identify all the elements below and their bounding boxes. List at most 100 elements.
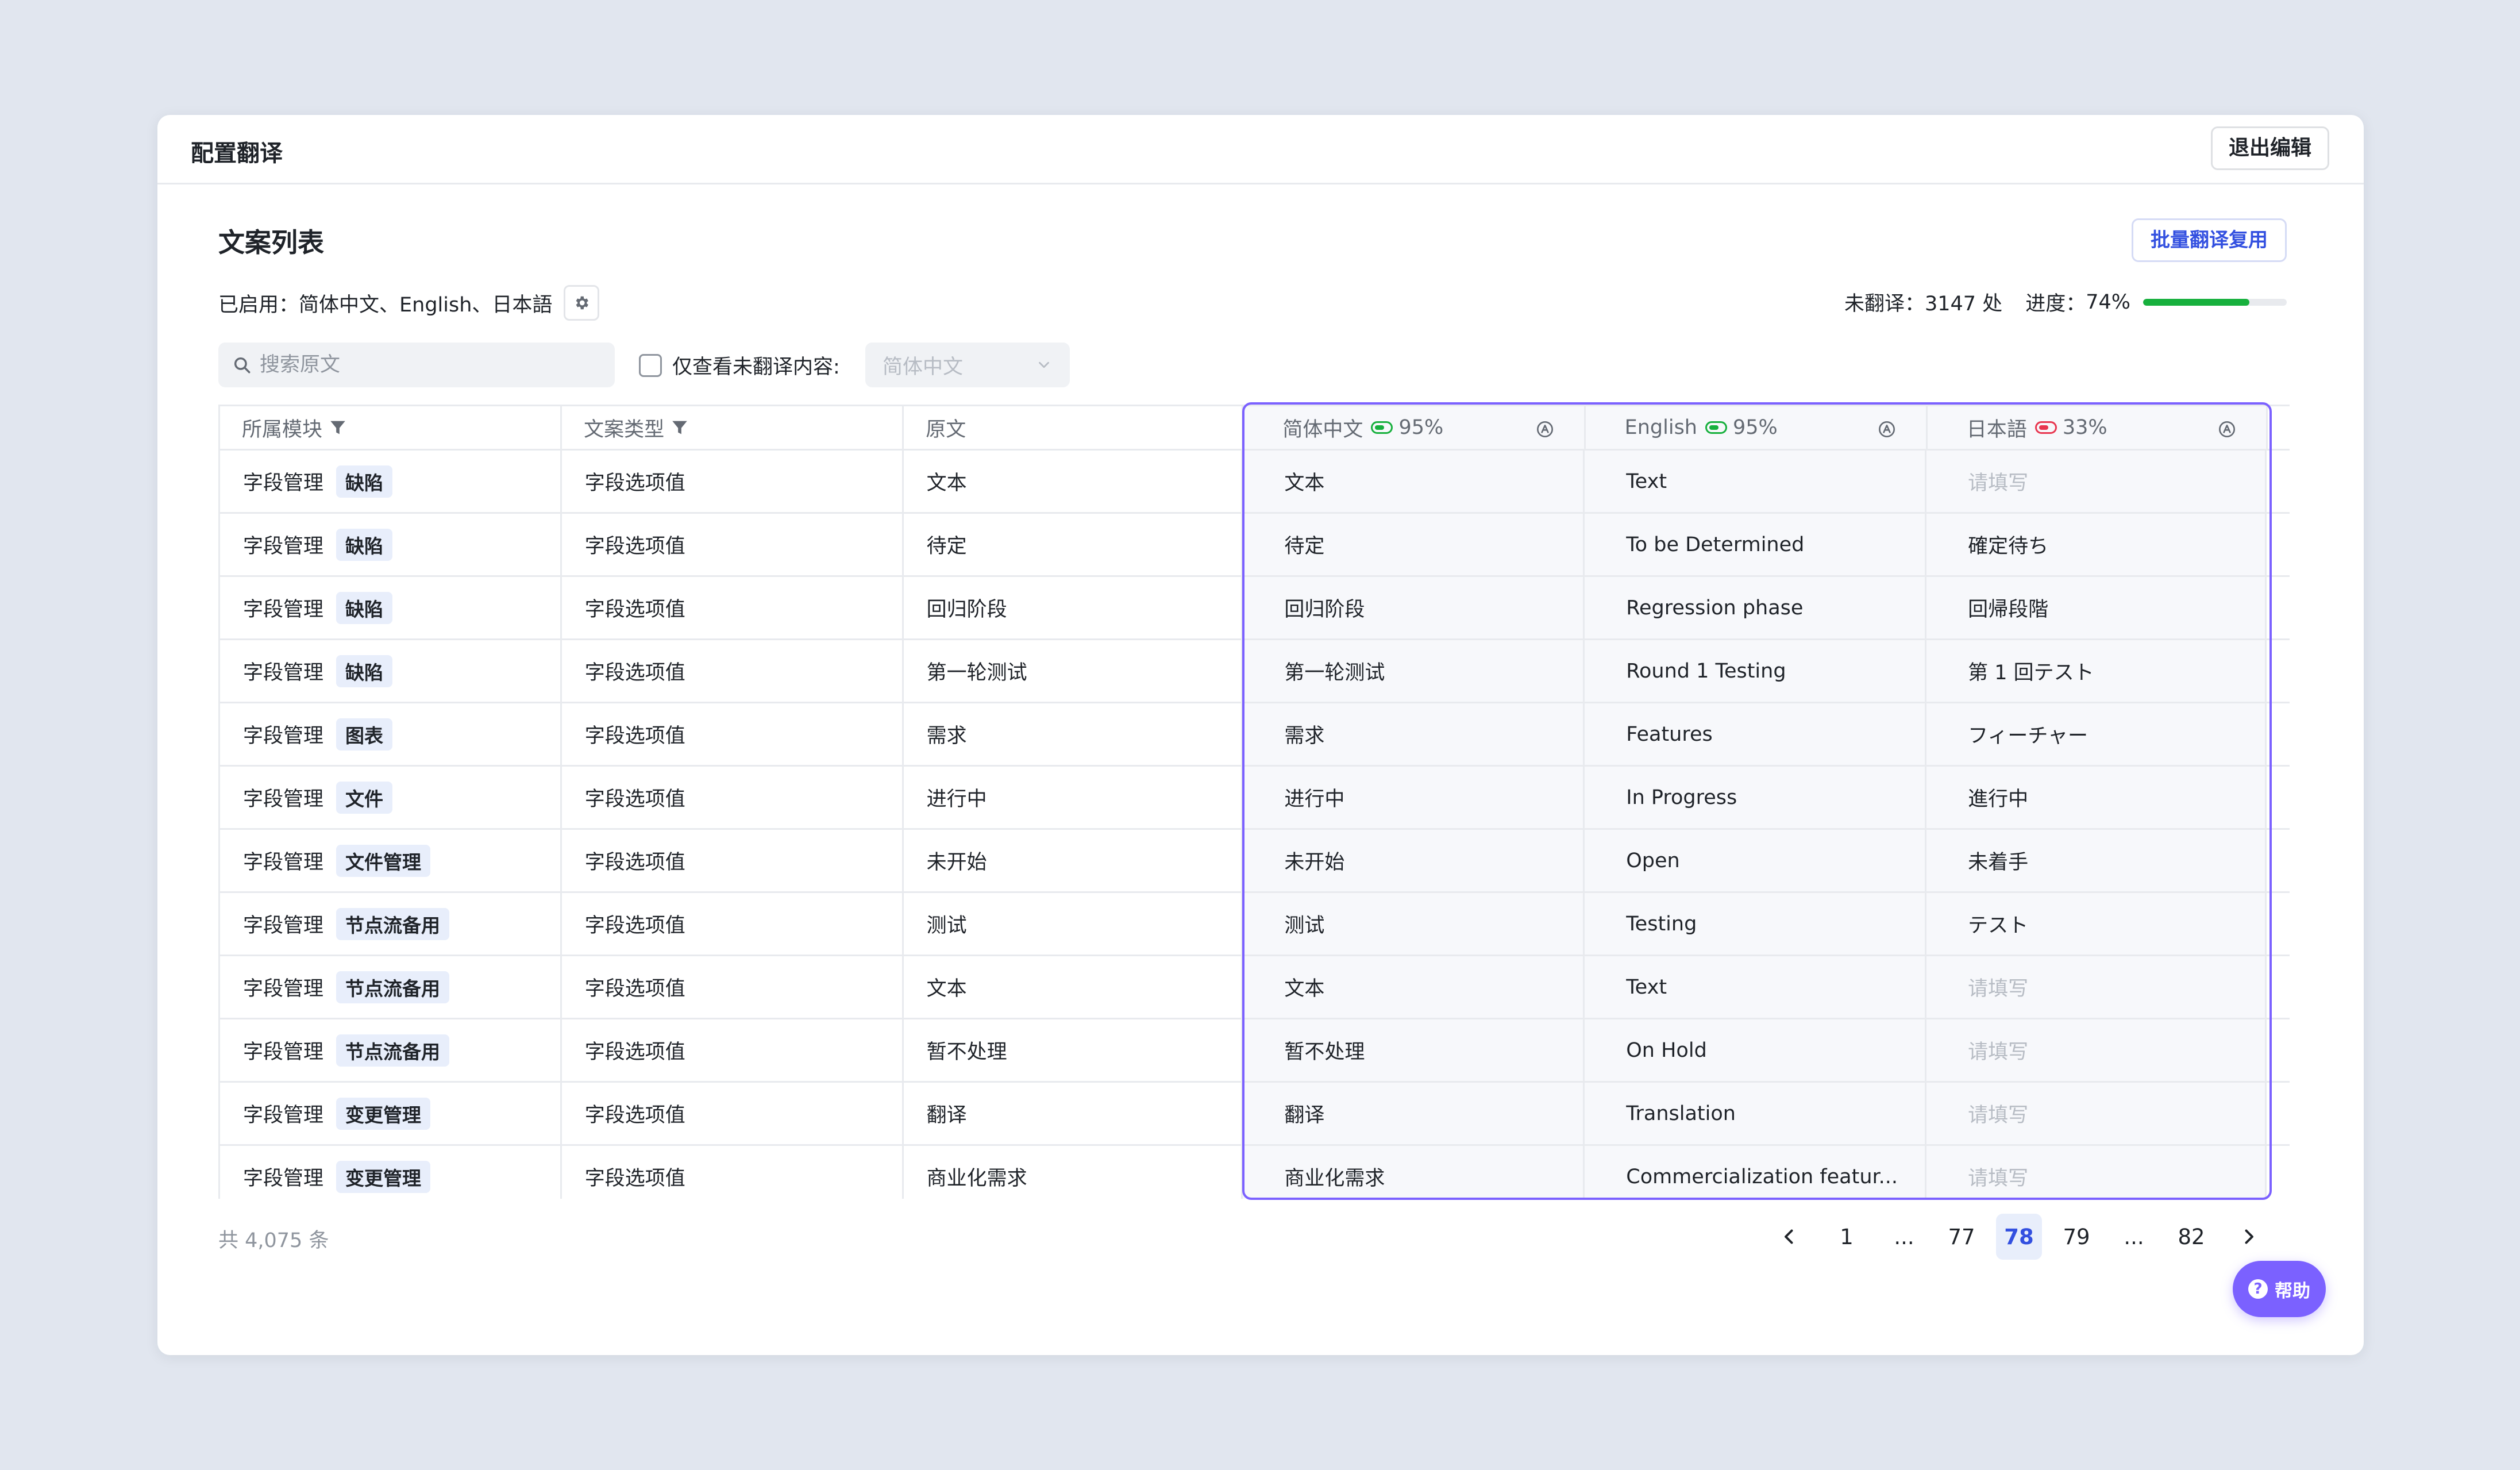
help-button[interactable]: ? 帮助: [2233, 1261, 2326, 1317]
cell-ja[interactable]: フィーチャー: [1926, 703, 2267, 765]
module-tag: 缺陷: [336, 655, 393, 687]
chevron-right-icon: [2245, 1229, 2253, 1244]
cell-module: 字段管理 缺陷: [220, 640, 562, 702]
ai-translate-icon[interactable]: [1878, 420, 1896, 438]
page-button[interactable]: 77: [1939, 1214, 1985, 1260]
cell-zh[interactable]: 测试: [1243, 893, 1585, 955]
enabled-languages-value: 简体中文、English、日本語: [299, 293, 553, 317]
cell-zh[interactable]: 回归阶段: [1243, 577, 1585, 638]
only-untranslated-toggle[interactable]: 仅查看未翻译内容:: [639, 351, 840, 380]
cell-source: 待定: [904, 514, 1243, 575]
filter-icon[interactable]: [328, 418, 348, 437]
module-tag: 文件: [336, 781, 393, 814]
cell-zh[interactable]: 文本: [1243, 451, 1585, 512]
batch-translate-button[interactable]: 批量翻译复用: [2132, 218, 2287, 262]
cell-module: 字段管理 节点流备用: [220, 893, 562, 955]
cell-en[interactable]: Open: [1585, 830, 1927, 891]
module-tag: 缺陷: [336, 528, 393, 561]
only-untranslated-checkbox[interactable]: [639, 353, 662, 377]
cell-en[interactable]: Text: [1585, 956, 1927, 1018]
cell-ja[interactable]: 请填写: [1926, 1019, 2267, 1081]
cell-en[interactable]: To be Determined: [1585, 514, 1927, 575]
page-button[interactable]: 79: [2053, 1214, 2099, 1260]
cell-zh[interactable]: 待定: [1243, 514, 1585, 575]
cell-module: 字段管理 节点流备用: [220, 1019, 562, 1081]
language-select[interactable]: 简体中文: [865, 343, 1070, 387]
cell-zh[interactable]: 进行中: [1243, 767, 1585, 828]
prev-page-button[interactable]: [1766, 1214, 1812, 1260]
enabled-label: 已启用：: [218, 293, 299, 317]
untranslated-label: 未翻译：: [1844, 293, 1925, 315]
page-button[interactable]: 82: [2168, 1214, 2214, 1260]
ai-translate-icon[interactable]: [1536, 420, 1554, 438]
cell-en[interactable]: Round 1 Testing: [1585, 640, 1927, 702]
cell-zh[interactable]: 第一轮测试: [1243, 640, 1585, 702]
cell-ja[interactable]: テスト: [1926, 893, 2267, 955]
cell-en[interactable]: Testing: [1585, 893, 1927, 955]
column-lang-en: English 95%: [1585, 406, 1928, 449]
table-row: 字段管理 缺陷 字段选项值 文本 文本 Text 请填写: [220, 451, 2290, 514]
cell-zh[interactable]: 未开始: [1243, 830, 1585, 891]
cell-en[interactable]: On Hold: [1585, 1019, 1927, 1081]
lang-progress: 95%: [1705, 416, 1778, 439]
table-body: 字段管理 缺陷 字段选项值 文本 文本 Text 请填写 字段管理 缺陷 字段选项值 待定 待定 To …: [220, 451, 2290, 1199]
module-text: 字段管理: [243, 914, 324, 937]
cell-ja[interactable]: 请填写: [1926, 956, 2267, 1018]
cell-zh[interactable]: 商业化需求: [1243, 1146, 1585, 1199]
cell-source: 翻译: [904, 1083, 1243, 1144]
lang-progress-value: 95%: [1733, 416, 1778, 439]
cell-ja[interactable]: 確定待ち: [1926, 514, 2267, 575]
cell-ja[interactable]: 第 1 回テスト: [1926, 640, 2267, 702]
column-module: 所属模块: [220, 406, 562, 449]
table-row: 字段管理 节点流备用 字段选项值 测试 测试 Testing テスト: [220, 893, 2290, 956]
cell-type: 字段选项值: [562, 514, 904, 575]
cell-en[interactable]: In Progress: [1585, 767, 1927, 828]
total-count: 共 4,075 条: [218, 1229, 329, 1252]
cell-ja[interactable]: 请填写: [1926, 1083, 2267, 1144]
cell-spacer: [2267, 703, 2290, 765]
column-lang-label: English: [1624, 416, 1697, 439]
column-module-label: 所属模块: [242, 418, 323, 441]
page-button[interactable]: 78: [1996, 1214, 2042, 1260]
language-settings-button[interactable]: [564, 285, 600, 321]
cell-zh[interactable]: 需求: [1243, 703, 1585, 765]
page-button[interactable]: 1: [1824, 1214, 1870, 1260]
page-ellipsis[interactable]: ...: [2111, 1214, 2157, 1260]
search-box[interactable]: [218, 343, 615, 387]
cell-source: 需求: [904, 703, 1243, 765]
cell-zh[interactable]: 暂不处理: [1243, 1019, 1585, 1081]
help-icon: ?: [2248, 1279, 2268, 1299]
cell-zh[interactable]: 文本: [1243, 956, 1585, 1018]
ai-translate-icon[interactable]: [2218, 420, 2236, 438]
column-spacer: [2268, 406, 2290, 449]
cell-ja[interactable]: 请填写: [1926, 451, 2267, 512]
enabled-languages: 已启用： 简体中文、English、日本語: [218, 285, 600, 321]
cell-source: 回归阶段: [904, 577, 1243, 638]
cell-module: 字段管理 文件管理: [220, 830, 562, 891]
table-row: 字段管理 缺陷 字段选项值 第一轮测试 第一轮测试 Round 1 Testing 第 1 …: [220, 640, 2290, 703]
chevron-down-icon: [1039, 361, 1049, 368]
cell-type: 字段选项值: [562, 956, 904, 1018]
cell-en[interactable]: Text: [1585, 451, 1927, 512]
cell-zh[interactable]: 翻译: [1243, 1083, 1585, 1144]
table-row: 字段管理 缺陷 字段选项值 回归阶段 回归阶段 Regression phase 回帰段階: [220, 577, 2290, 640]
cell-ja[interactable]: 未着手: [1926, 830, 2267, 891]
column-lang-label: 日本語: [1966, 418, 2027, 441]
column-lang-label: 简体中文: [1282, 418, 1363, 441]
cell-en[interactable]: Features: [1585, 703, 1927, 765]
cell-en[interactable]: Regression phase: [1585, 577, 1927, 638]
search-input[interactable]: [259, 353, 594, 377]
page-ellipsis[interactable]: ...: [1881, 1214, 1927, 1260]
cell-ja[interactable]: 進行中: [1926, 767, 2267, 828]
cell-type: 字段选项值: [562, 1083, 904, 1144]
cell-ja[interactable]: 回帰段階: [1926, 577, 2267, 638]
exit-edit-button[interactable]: 退出编辑: [2210, 126, 2329, 170]
cell-en[interactable]: Translation: [1585, 1083, 1927, 1144]
filter-icon[interactable]: [670, 418, 689, 437]
cell-spacer: [2267, 893, 2290, 955]
cell-ja[interactable]: 请填写: [1926, 1146, 2267, 1199]
next-page-button[interactable]: [2226, 1214, 2272, 1260]
module-tag: 节点流备用: [336, 907, 450, 940]
module-tag: 变更管理: [336, 1097, 431, 1130]
cell-en[interactable]: Commercialization featur...: [1585, 1146, 1927, 1199]
